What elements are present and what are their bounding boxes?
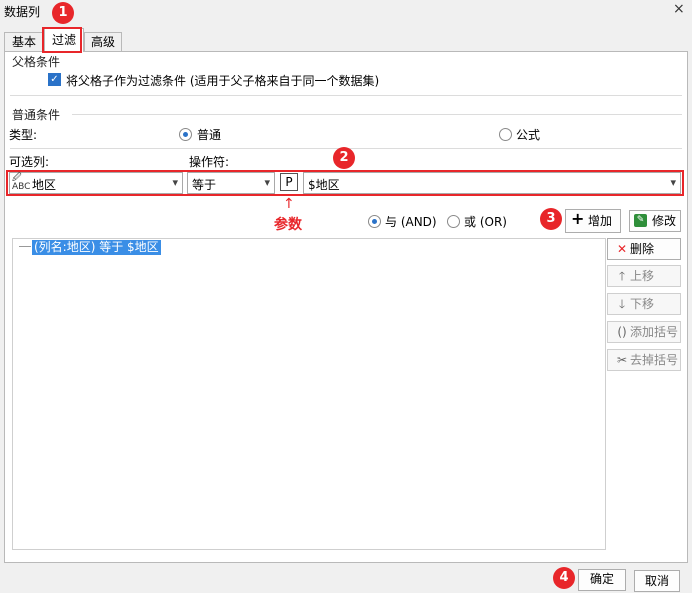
- parameter-caption: 参数: [274, 217, 302, 233]
- add-parenthesis-button[interactable]: () 添加括号: [607, 321, 681, 343]
- close-icon[interactable]: ×: [673, 1, 685, 17]
- remove-parenthesis-button-label: 去掉括号: [630, 353, 679, 367]
- chevron-down-icon: ▾: [670, 176, 676, 189]
- operator-select-value: 等于: [192, 178, 217, 192]
- logic-or-label: 或 (OR): [464, 215, 507, 229]
- arrow-up-icon: ↑: [283, 196, 295, 212]
- window-title: 数据列: [4, 5, 41, 19]
- parent-condition-checkbox[interactable]: ✓: [48, 73, 61, 86]
- edit-icon: ✎: [634, 214, 647, 227]
- move-down-button[interactable]: 🡓 下移: [607, 293, 681, 315]
- callout-badge-1: 1: [52, 2, 74, 24]
- delete-button[interactable]: ✕ 删除: [607, 238, 681, 260]
- normal-condition-heading: 普通条件: [12, 108, 61, 122]
- type-formula-radio[interactable]: [499, 128, 512, 141]
- condition-list-item[interactable]: (列名:地区) 等于 $地区: [32, 240, 161, 255]
- logic-or-radio[interactable]: [447, 215, 460, 228]
- move-up-button-label: 上移: [630, 269, 655, 283]
- parameter-value-select[interactable]: $地区 ▾: [303, 172, 681, 194]
- edit-button-label: 修改: [652, 214, 677, 228]
- remove-parenthesis-icon: ✂: [616, 353, 628, 367]
- add-button[interactable]: + 增加: [565, 209, 621, 233]
- arrow-up-icon: 🡑: [618, 269, 626, 283]
- tab-filter-highlight: [42, 27, 82, 53]
- move-down-button-label: 下移: [630, 297, 655, 311]
- move-up-button[interactable]: 🡑 上移: [607, 265, 681, 287]
- parameter-button[interactable]: P: [280, 173, 298, 191]
- callout-badge-4: 4: [553, 567, 575, 589]
- tab-basic[interactable]: 基本: [4, 32, 44, 52]
- column-type-icon: 🖉 ABC: [12, 173, 31, 192]
- operator-select[interactable]: 等于 ▾: [187, 172, 275, 194]
- divider: [72, 114, 682, 115]
- logic-and-label: 与 (AND): [385, 215, 437, 229]
- column-label: 可选列:: [9, 155, 50, 169]
- chevron-down-icon: ▾: [264, 176, 270, 189]
- type-normal-radio[interactable]: [179, 128, 192, 141]
- type-formula-label: 公式: [516, 128, 541, 142]
- logic-and-radio[interactable]: [368, 215, 381, 228]
- type-normal-label: 普通: [197, 128, 222, 142]
- add-parenthesis-button-label: 添加括号: [630, 325, 679, 339]
- title-bar: [0, 0, 692, 22]
- chevron-down-icon: ▾: [172, 176, 178, 189]
- callout-badge-2: 2: [333, 147, 355, 169]
- arrow-down-icon: 🡓: [618, 297, 626, 311]
- condition-list[interactable]: (列名:地区) 等于 $地区: [12, 238, 606, 550]
- column-select[interactable]: 🖉 ABC 地区 ▾: [9, 172, 183, 194]
- ok-button[interactable]: 确定: [578, 569, 626, 591]
- operator-label: 操作符:: [189, 155, 230, 169]
- add-button-label: 增加: [588, 214, 613, 228]
- delete-button-label: 删除: [630, 242, 655, 256]
- tree-line: [19, 246, 31, 247]
- divider: [10, 95, 682, 96]
- remove-parenthesis-button[interactable]: ✂ 去掉括号: [607, 349, 681, 371]
- parent-condition-heading: 父格条件: [12, 55, 61, 69]
- column-select-value: 地区: [32, 178, 57, 192]
- plus-icon: +: [571, 209, 585, 228]
- tab-advanced[interactable]: 高级: [84, 32, 122, 52]
- parameter-value: $地区: [308, 178, 340, 192]
- type-label: 类型:: [9, 128, 38, 142]
- cancel-button[interactable]: 取消: [634, 570, 680, 592]
- delete-icon: ✕: [616, 242, 628, 256]
- edit-button[interactable]: ✎ 修改: [629, 210, 681, 232]
- parent-condition-label: 将父格子作为过滤条件 (适用于父子格来自于同一个数据集): [66, 74, 380, 88]
- callout-badge-3: 3: [540, 208, 562, 230]
- add-parenthesis-icon: (): [617, 325, 627, 339]
